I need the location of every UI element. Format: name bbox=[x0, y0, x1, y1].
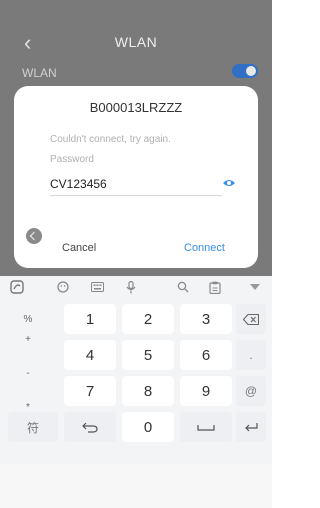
collapse-keyboard-icon[interactable] bbox=[248, 280, 262, 294]
keyboard-layout-icon[interactable] bbox=[90, 280, 104, 294]
key-5[interactable]: 5 bbox=[122, 340, 174, 370]
status-bar bbox=[0, 0, 272, 22]
page-title: WLAN bbox=[114, 34, 158, 50]
wlan-toggle[interactable] bbox=[232, 64, 258, 78]
numeric-keyboard: % + - * 1 2 3 4 5 6 . 7 8 9 @ 符 0 bbox=[0, 276, 272, 464]
dialog-buttons: Cancel Connect bbox=[14, 236, 258, 262]
key-4[interactable]: 4 bbox=[64, 340, 116, 370]
key-dot[interactable]: . bbox=[236, 340, 266, 370]
return-key[interactable] bbox=[64, 412, 116, 442]
password-input[interactable] bbox=[50, 172, 222, 196]
key-3[interactable]: 3 bbox=[180, 304, 232, 334]
key-9[interactable]: 9 bbox=[180, 376, 232, 406]
key-2[interactable]: 2 bbox=[122, 304, 174, 334]
password-label: Password bbox=[50, 154, 94, 165]
toggle-knob bbox=[246, 66, 256, 76]
return-icon bbox=[82, 422, 98, 433]
key-0[interactable]: 0 bbox=[122, 412, 174, 442]
enter-icon bbox=[245, 423, 258, 432]
bottom-navigation-area bbox=[0, 464, 272, 508]
key-8[interactable]: 8 bbox=[122, 376, 174, 406]
emoji-icon[interactable] bbox=[56, 280, 70, 294]
keyboard-toolbar bbox=[0, 276, 272, 298]
keyboard-logo-icon[interactable] bbox=[10, 280, 24, 294]
search-icon[interactable] bbox=[176, 280, 190, 294]
enter-key[interactable] bbox=[236, 412, 266, 442]
key-6[interactable]: 6 bbox=[180, 340, 232, 370]
symbol-key-percent[interactable]: % bbox=[8, 314, 48, 325]
eye-icon[interactable] bbox=[222, 178, 236, 188]
cancel-button[interactable]: Cancel bbox=[62, 242, 96, 254]
symbols-switch-key[interactable]: 符 bbox=[8, 412, 58, 442]
network-name: B000013LRZZZ bbox=[89, 100, 183, 115]
wifi-password-dialog: B000013LRZZZ Couldn't connect, try again… bbox=[14, 86, 258, 268]
space-key[interactable] bbox=[180, 412, 232, 442]
backspace-icon bbox=[243, 313, 259, 325]
wlan-label: WLAN bbox=[22, 66, 57, 80]
key-at[interactable]: @ bbox=[236, 376, 266, 406]
backspace-key[interactable] bbox=[236, 304, 266, 334]
wlan-toggle-row: WLAN bbox=[0, 60, 272, 88]
clipboard-icon[interactable] bbox=[208, 280, 222, 294]
space-icon bbox=[197, 424, 215, 431]
key-1[interactable]: 1 bbox=[64, 304, 116, 334]
key-7[interactable]: 7 bbox=[64, 376, 116, 406]
floating-back-button[interactable] bbox=[26, 228, 42, 244]
error-message: Couldn't connect, try again. bbox=[50, 134, 171, 145]
microphone-icon[interactable] bbox=[124, 280, 138, 294]
symbol-key-minus[interactable]: - bbox=[8, 368, 48, 379]
symbol-key-plus[interactable]: + bbox=[8, 334, 48, 345]
connect-button[interactable]: Connect bbox=[184, 242, 225, 254]
